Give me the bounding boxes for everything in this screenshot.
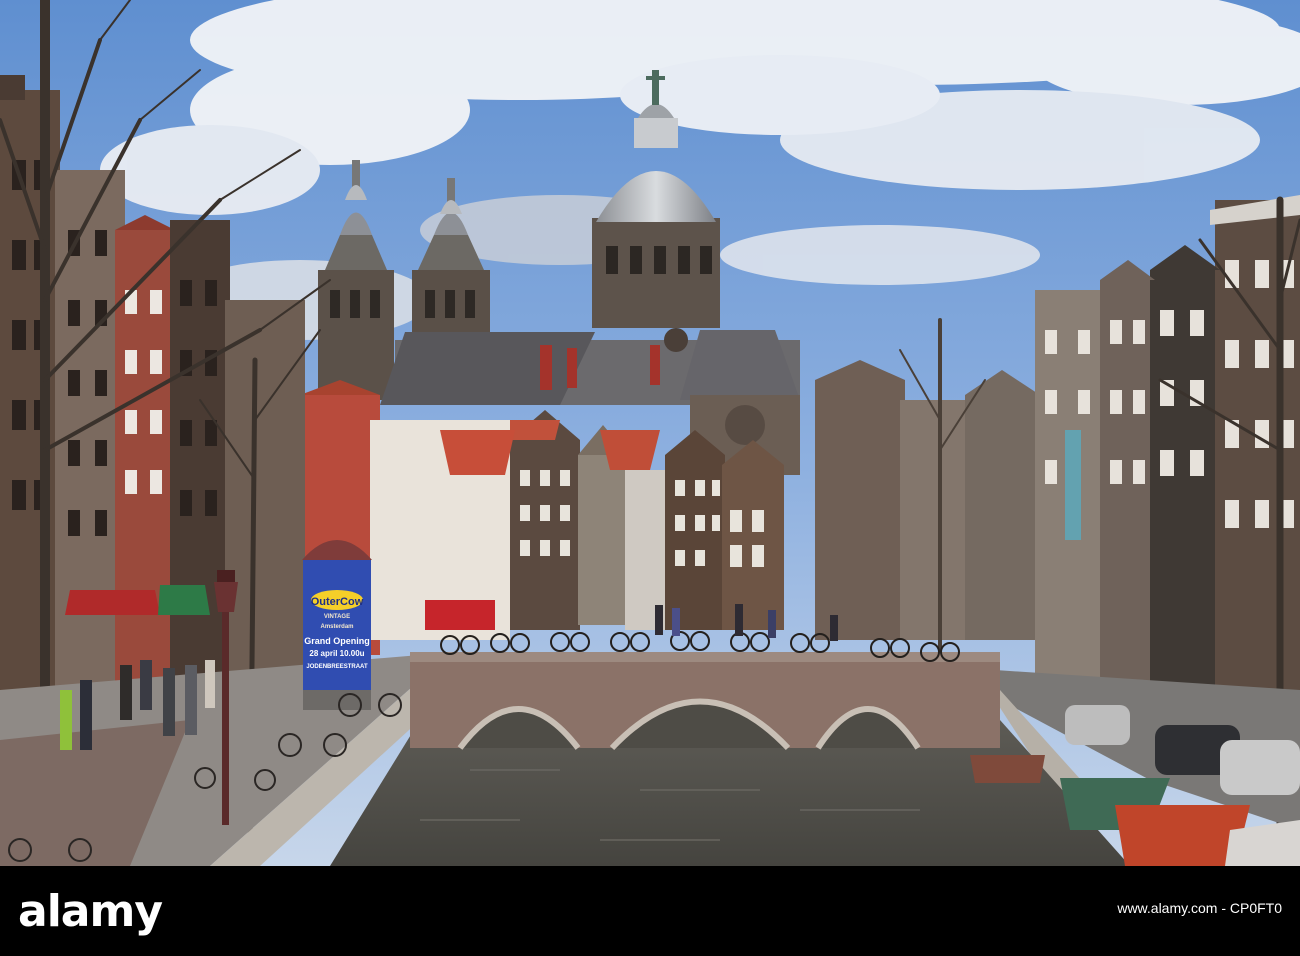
- poster-street: JODENBREESTRAAT: [306, 664, 368, 670]
- canal-scene-illustration: OuterCow VINTAGE Amsterdam Grand Opening…: [0, 0, 1300, 866]
- right-distant-buildings: [815, 360, 1040, 640]
- image-id-code: CP0FT0: [1229, 900, 1282, 916]
- canal-bridge: [410, 652, 1000, 751]
- photo-scene: OuterCow VINTAGE Amsterdam Grand Opening…: [0, 0, 1300, 866]
- advertising-column: OuterCow VINTAGE Amsterdam Grand Opening…: [302, 540, 372, 710]
- image-id: www.alamy.com - CP0FT0: [1117, 900, 1282, 916]
- red-truck: [425, 600, 495, 630]
- image-id-site: www.alamy.com: [1117, 900, 1218, 916]
- watermark-footer: alamy www.alamy.com - CP0FT0: [0, 866, 1300, 956]
- church-roof: [380, 328, 800, 405]
- alamy-logo-text: alamy: [18, 886, 163, 937]
- poster-date: 28 april 10.00u: [309, 649, 364, 658]
- poster-headline: OuterCow: [311, 596, 364, 608]
- poster-sub: VINTAGE: [324, 614, 350, 620]
- alamy-logo: alamy: [18, 888, 248, 936]
- poster-city: Amsterdam: [320, 624, 353, 630]
- poster-event: Grand Opening: [304, 636, 370, 646]
